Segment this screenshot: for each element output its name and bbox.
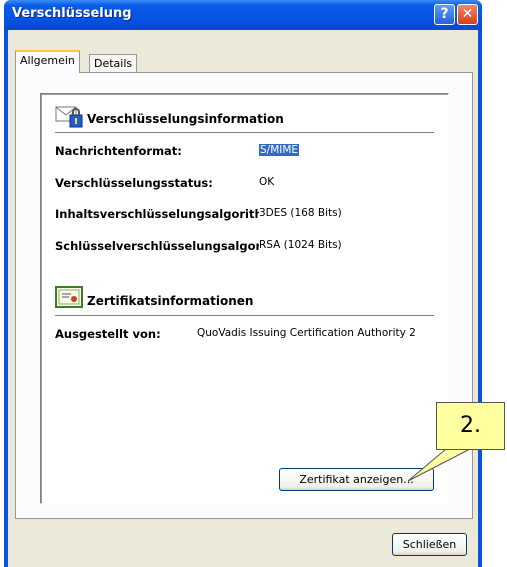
format-value[interactable]: S/MIME	[259, 144, 300, 156]
key-algorithm-value[interactable]: RSA (1024 Bits)	[259, 239, 342, 251]
dialog-window: Verschlüsselung ? ✕ Allgemein Details Ve…	[4, 0, 482, 567]
callout-label: 2.	[436, 402, 505, 450]
certificate-icon	[55, 286, 83, 308]
help-icon: ?	[440, 6, 449, 22]
view-certificate-button[interactable]: Zertifikat anzeigen...	[279, 468, 434, 491]
encryption-section-title: Verschlüsselungsinformation	[87, 112, 284, 126]
close-window-button[interactable]: ✕	[457, 4, 478, 25]
key-algorithm-label: Schlüsselverschlüsselungsalgorithmus:	[55, 239, 259, 253]
tab-panel: Verschlüsselungsinformation Nachrichtenf…	[15, 72, 473, 519]
close-icon: ✕	[461, 6, 474, 22]
details-box: Verschlüsselungsinformation Nachrichtenf…	[40, 93, 449, 504]
status-label: Verschlüsselungsstatus:	[55, 176, 213, 190]
certificate-section-title: Zertifikatsinformationen	[87, 294, 254, 308]
content-algorithm-label: Inhaltsverschlüsselungsalgorithmus:	[55, 207, 259, 221]
tab-details[interactable]: Details	[89, 54, 138, 73]
window-title: Verschlüsselung	[12, 6, 132, 21]
close-button[interactable]: Schließen	[392, 533, 467, 556]
section-divider	[55, 132, 434, 133]
dialog-client-area: Allgemein Details Verschlüsselungsinform…	[8, 30, 478, 567]
title-bar[interactable]: Verschlüsselung ? ✕	[4, 0, 482, 30]
envelope-lock-icon	[55, 106, 83, 128]
issuer-label: Ausgestellt von:	[55, 327, 161, 341]
content-algorithm-value[interactable]: 3DES (168 Bits)	[259, 207, 342, 219]
issuer-value[interactable]: QuoVadis Issuing Certification Authority…	[197, 327, 416, 339]
status-value[interactable]: OK	[259, 176, 274, 188]
tab-allgemein[interactable]: Allgemein	[15, 50, 80, 73]
format-label: Nachrichtenformat:	[55, 144, 182, 158]
section-divider	[55, 315, 434, 316]
help-button[interactable]: ?	[434, 4, 455, 25]
